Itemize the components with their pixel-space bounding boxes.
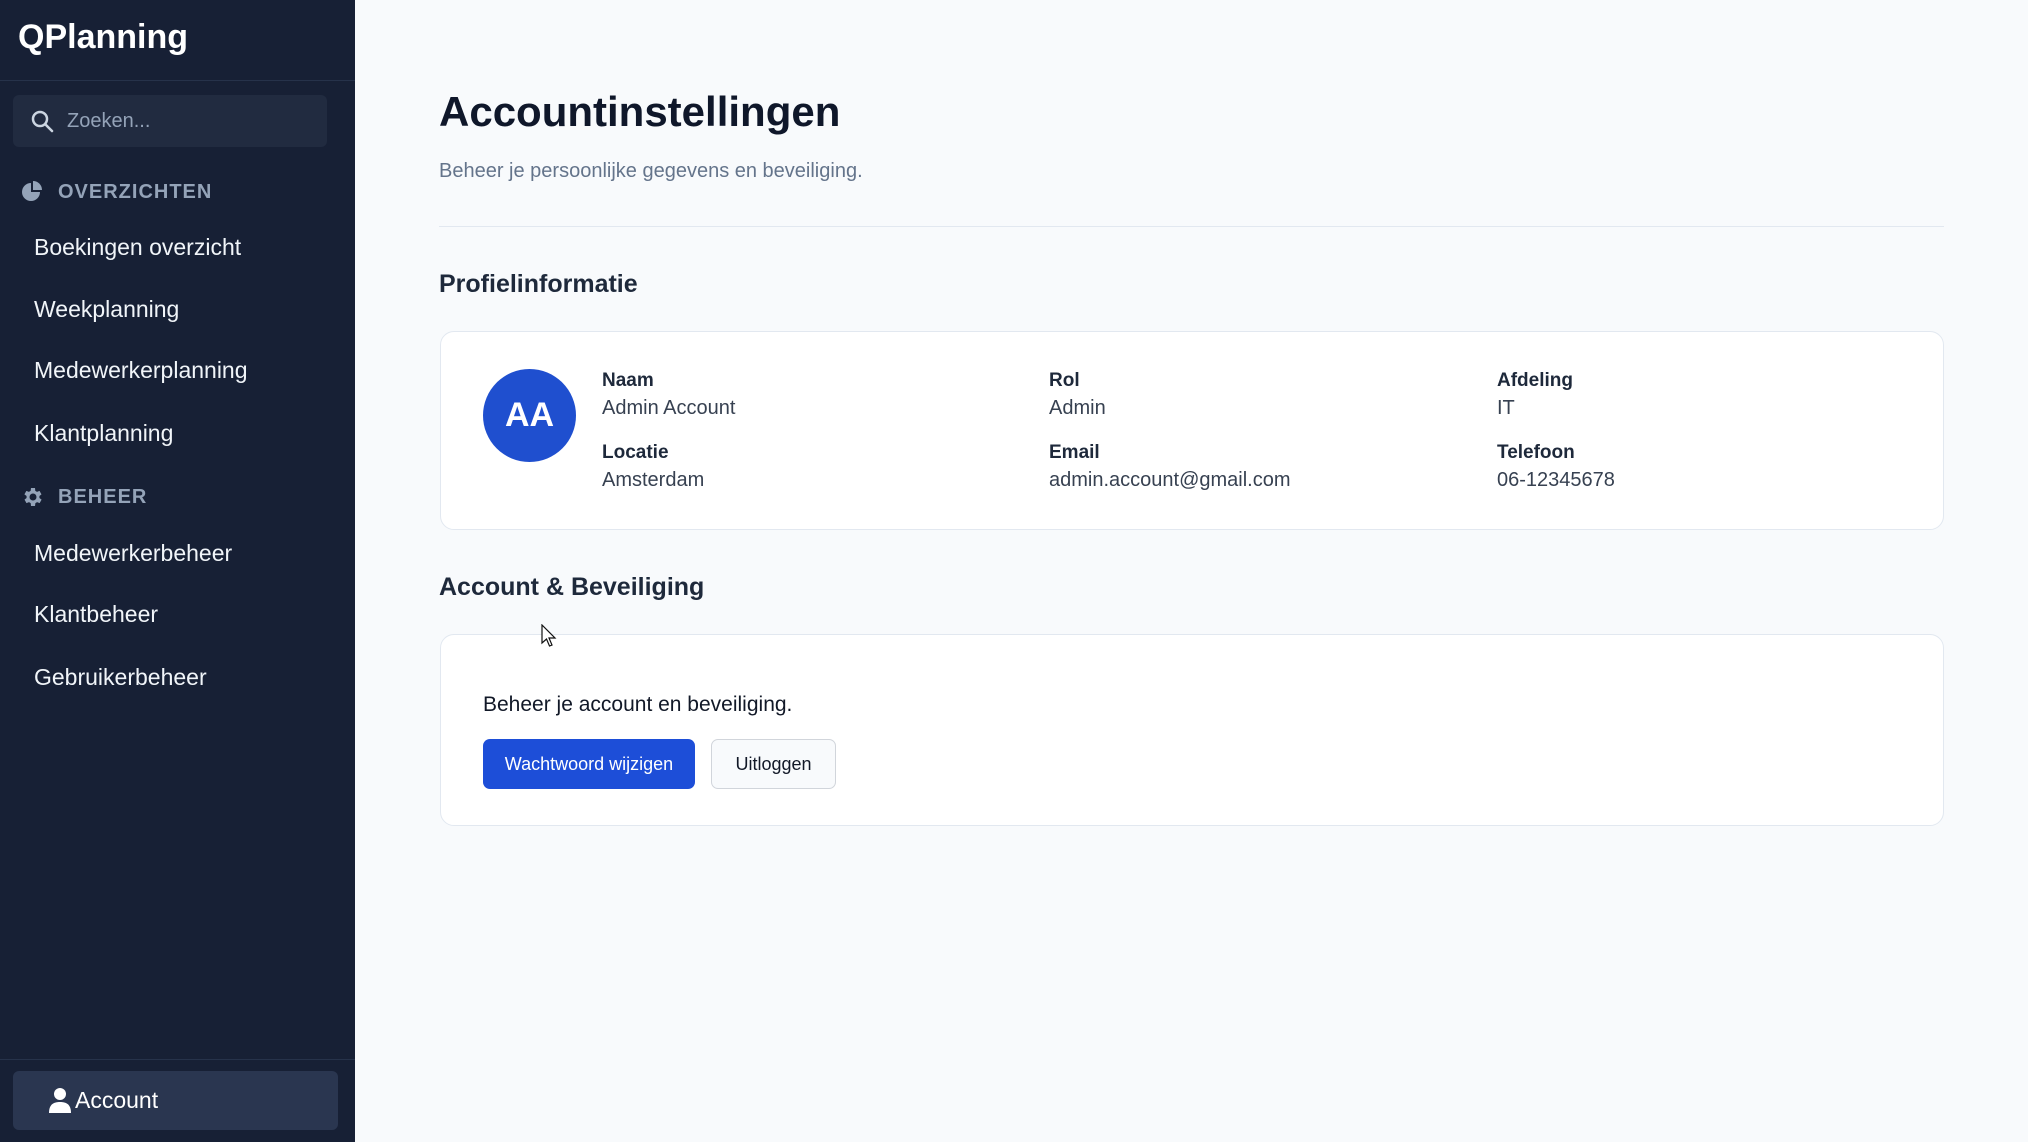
mouse-cursor-icon bbox=[541, 624, 557, 647]
change-password-button[interactable]: Wachtwoord wijzigen bbox=[483, 739, 695, 789]
page-subtitle: Beheer je persoonlijke gegevens en bevei… bbox=[439, 160, 863, 182]
sidebar: QPlanning OVERZICHTEN Boekingen overzich… bbox=[0, 0, 355, 1142]
security-description: Beheer je account en beveiliging. bbox=[483, 693, 793, 716]
chart-pie-icon bbox=[22, 181, 42, 201]
location-label: Locatie bbox=[602, 442, 669, 463]
profile-section-title: Profielinformatie bbox=[439, 270, 638, 298]
search-box[interactable] bbox=[13, 95, 327, 147]
avatar: AA bbox=[483, 369, 576, 462]
page-title: Accountinstellingen bbox=[439, 88, 841, 135]
location-value: Amsterdam bbox=[602, 469, 705, 491]
sidebar-item-boekingen-overzicht[interactable]: Boekingen overzicht bbox=[34, 234, 241, 261]
search-input[interactable] bbox=[67, 105, 317, 137]
user-icon bbox=[49, 1088, 71, 1113]
section-header-overzichten: OVERZICHTEN bbox=[20, 180, 212, 204]
search-icon bbox=[31, 110, 54, 133]
header-divider bbox=[439, 226, 1944, 227]
account-label: Account bbox=[75, 1087, 159, 1113]
section-header-beheer: BEHEER bbox=[20, 485, 147, 509]
sidebar-item-medewerkerbeheer[interactable]: Medewerkerbeheer bbox=[34, 540, 232, 567]
name-value: Admin Account bbox=[602, 397, 736, 419]
section-title: OVERZICHTEN bbox=[58, 180, 213, 203]
sidebar-item-klantplanning[interactable]: Klantplanning bbox=[34, 420, 173, 447]
logout-button[interactable]: Uitloggen bbox=[711, 739, 836, 789]
phone-value: 06-12345678 bbox=[1497, 469, 1615, 491]
sidebar-item-account[interactable]: Account bbox=[13, 1071, 338, 1130]
department-label: Afdeling bbox=[1497, 370, 1573, 391]
name-label: Naam bbox=[602, 370, 654, 391]
sidebar-item-klantbeheer[interactable]: Klantbeheer bbox=[34, 601, 158, 628]
sidebar-item-gebruikerbeheer[interactable]: Gebruikerbeheer bbox=[34, 664, 207, 691]
sidebar-divider bbox=[0, 1059, 355, 1060]
email-value: admin.account@gmail.com bbox=[1049, 469, 1291, 491]
brand-logo[interactable]: QPlanning bbox=[18, 18, 188, 57]
email-label: Email bbox=[1049, 442, 1100, 463]
gear-icon bbox=[24, 488, 42, 506]
profile-card: AA Naam Admin Account Rol Admin Afdeling… bbox=[440, 331, 1944, 530]
sidebar-item-medewerkerplanning[interactable]: Medewerkerplanning bbox=[34, 357, 248, 384]
phone-label: Telefoon bbox=[1497, 442, 1575, 463]
department-value: IT bbox=[1497, 397, 1515, 419]
sidebar-item-weekplanning[interactable]: Weekplanning bbox=[34, 296, 179, 323]
section-title: BEHEER bbox=[58, 485, 148, 508]
security-card: Beheer je account en beveiliging. Wachtw… bbox=[440, 634, 1944, 826]
sidebar-divider bbox=[0, 80, 355, 81]
role-value: Admin bbox=[1049, 397, 1106, 419]
role-label: Rol bbox=[1049, 370, 1080, 391]
security-section-title: Account & Beveiliging bbox=[439, 573, 705, 601]
